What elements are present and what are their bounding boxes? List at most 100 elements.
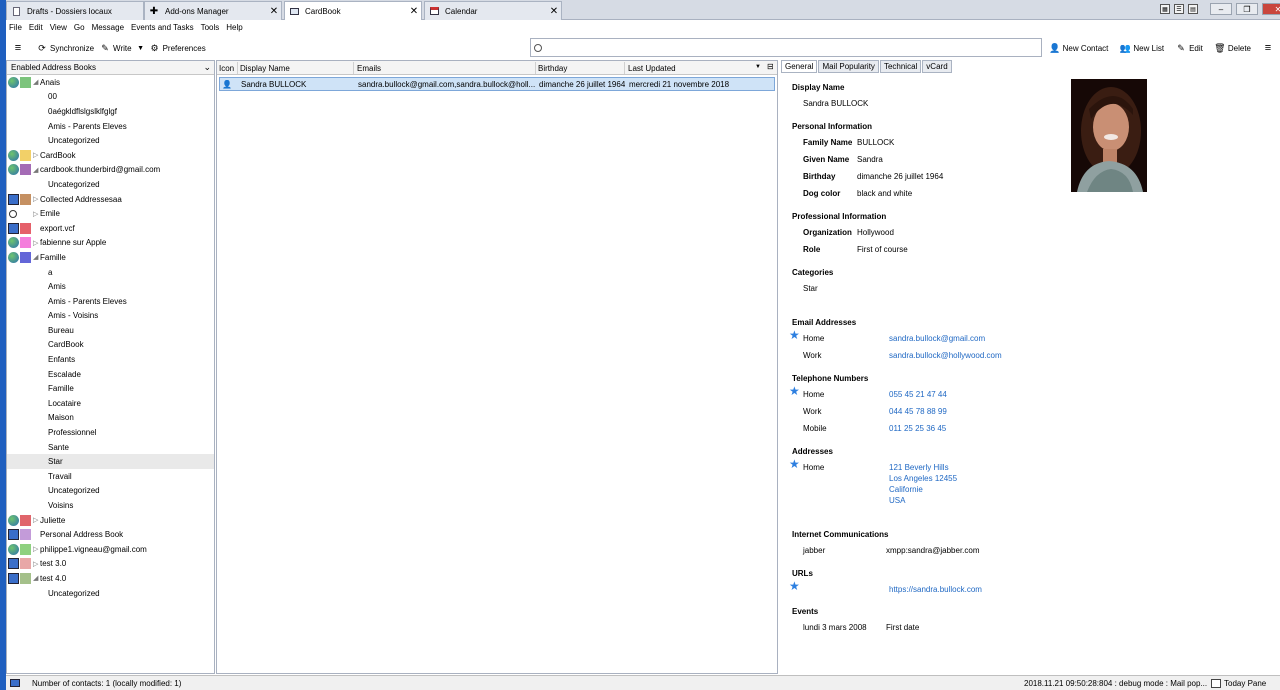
today-pane-toggle[interactable]: Today Pane: [1224, 679, 1266, 688]
tab-drafts[interactable]: Drafts - Dossiers locaux: [6, 1, 144, 20]
column-last-updated[interactable]: Last Updated: [628, 64, 676, 73]
menu-go[interactable]: Go: [74, 23, 85, 32]
tab-technical[interactable]: Technical: [879, 60, 922, 73]
collapsed-twisty-icon[interactable]: ▷: [33, 195, 38, 203]
menu-button[interactable]: ≡: [1260, 39, 1276, 57]
column-emails[interactable]: Emails: [357, 64, 381, 73]
new-contact-button[interactable]: 👤 New Contact: [1047, 39, 1112, 57]
address-book-item[interactable]: ▷ fabienne sur Apple: [7, 236, 214, 251]
write-dropdown[interactable]: ▼: [135, 39, 147, 57]
address-book-item[interactable]: ◢ cardbook.thunderbird@gmail.com: [7, 163, 214, 178]
address-book-item[interactable]: export.vcf: [7, 221, 214, 236]
address-book-item[interactable]: ▷ Juliette: [7, 513, 214, 528]
collapsed-twisty-icon[interactable]: ▷: [33, 516, 38, 524]
search-input[interactable]: [530, 38, 1042, 57]
address-book-item[interactable]: ▷ philippe1.vigneau@gmail.com: [7, 542, 214, 557]
category-item[interactable]: Uncategorized: [7, 133, 214, 148]
collapsed-twisty-icon[interactable]: ▷: [33, 239, 38, 247]
address-book-item[interactable]: ▷ Emile: [7, 206, 214, 221]
app-menu-button[interactable]: ≡: [10, 39, 26, 57]
category-item[interactable]: Professionnel: [7, 425, 214, 440]
menu-edit[interactable]: Edit: [29, 23, 43, 32]
close-icon[interactable]: ✕: [267, 6, 281, 17]
category-item[interactable]: Travail: [7, 469, 214, 484]
column-birthday[interactable]: Birthday: [538, 64, 567, 73]
category-item[interactable]: a: [7, 265, 214, 280]
contacts-mode-icon[interactable]: ▤: [1188, 4, 1198, 14]
category-item[interactable]: Uncategorized: [7, 484, 214, 499]
delete-button[interactable]: 🗑 Delete: [1212, 39, 1254, 57]
collapsed-twisty-icon[interactable]: ▷: [33, 560, 38, 568]
category-item[interactable]: Sante: [7, 440, 214, 455]
menu-help[interactable]: Help: [226, 23, 242, 32]
close-icon[interactable]: ✕: [407, 6, 421, 17]
category-item[interactable]: Maison: [7, 411, 214, 426]
column-picker-icon[interactable]: ⊟: [767, 62, 774, 71]
tab-general[interactable]: General: [781, 60, 818, 73]
category-item[interactable]: Amis - Parents Eleves: [7, 294, 214, 309]
phone-link-work[interactable]: 044 45 78 88 99: [889, 407, 947, 416]
tab-addons[interactable]: ✚ Add-ons Manager ✕: [144, 1, 282, 20]
address-book-item[interactable]: ◢ test 4.0: [7, 571, 214, 586]
phone-link-mobile[interactable]: 011 25 25 36 45: [889, 424, 946, 433]
category-item[interactable]: Bureau: [7, 323, 214, 338]
category-item[interactable]: Star: [7, 454, 214, 470]
address-book-item[interactable]: ◢ Famille: [7, 250, 214, 265]
restore-icon[interactable]: ❐: [1236, 3, 1258, 15]
new-list-button[interactable]: 👥 New List: [1117, 39, 1167, 57]
menu-view[interactable]: View: [50, 23, 67, 32]
address-book-item[interactable]: Personal Address Book: [7, 527, 214, 542]
tab-mail-popularity[interactable]: Mail Popularity: [818, 60, 879, 73]
category-item[interactable]: Famille: [7, 381, 214, 396]
address-books-header[interactable]: Enabled Address Books ⌄: [7, 61, 214, 75]
collapsed-twisty-icon[interactable]: ▷: [33, 151, 38, 159]
category-item[interactable]: CardBook: [7, 338, 214, 353]
email-link-home[interactable]: sandra.bullock@gmail.com: [889, 334, 985, 343]
phone-link-home[interactable]: 055 45 21 47 44: [889, 390, 947, 399]
tab-vcard[interactable]: vCard: [922, 60, 952, 73]
expanded-twisty-icon[interactable]: ◢: [33, 574, 38, 582]
category-item[interactable]: Locataire: [7, 396, 214, 411]
menu-message[interactable]: Message: [92, 23, 124, 32]
column-icon[interactable]: Icon: [219, 64, 234, 73]
category-item[interactable]: Uncategorized: [7, 177, 214, 192]
menu-events-and-tasks[interactable]: Events and Tasks: [131, 23, 194, 32]
email-link-work[interactable]: sandra.bullock@hollywood.com: [889, 351, 1002, 360]
collapsed-twisty-icon[interactable]: ▷: [33, 545, 38, 553]
window-close-icon[interactable]: ✕: [1262, 3, 1280, 15]
expanded-twisty-icon[interactable]: ◢: [33, 253, 38, 261]
tab-cardbook[interactable]: CardBook ✕: [284, 1, 422, 21]
category-item[interactable]: Uncategorized: [7, 586, 214, 601]
chevron-down-icon[interactable]: ⌄: [203, 62, 211, 73]
category-item[interactable]: Amis - Voisins: [7, 309, 214, 324]
synchronize-button[interactable]: ⟳ Synchronize: [34, 39, 97, 57]
contact-row[interactable]: 👤 Sandra BULLOCK sandra.bullock@gmail.co…: [219, 77, 775, 91]
expanded-twisty-icon[interactable]: ◢: [33, 166, 38, 174]
edit-button[interactable]: ✎ Edit: [1173, 39, 1206, 57]
column-display-name[interactable]: Display Name: [240, 64, 290, 73]
tab-calendar[interactable]: Calendar ✕: [424, 1, 562, 20]
tasks-mode-icon[interactable]: ☰: [1174, 4, 1184, 14]
write-button[interactable]: ✎ Write: [97, 39, 135, 57]
address-line-2[interactable]: Los Angeles 12455: [889, 474, 957, 483]
menu-tools[interactable]: Tools: [201, 23, 220, 32]
preferences-button[interactable]: ⚙ Preferences: [147, 39, 209, 57]
address-line-1[interactable]: 121 Beverly Hills: [889, 463, 949, 472]
expanded-twisty-icon[interactable]: ◢: [33, 78, 38, 86]
address-book-item[interactable]: ▷ test 3.0: [7, 557, 214, 572]
menu-file[interactable]: File: [9, 23, 22, 32]
collapsed-twisty-icon[interactable]: ▷: [33, 210, 38, 218]
category-item[interactable]: Escalade: [7, 367, 214, 382]
close-icon[interactable]: ✕: [547, 6, 561, 17]
category-item[interactable]: Voisins: [7, 498, 214, 513]
category-item[interactable]: Enfants: [7, 352, 214, 367]
category-item[interactable]: Amis: [7, 279, 214, 294]
address-book-item[interactable]: ◢ Anais: [7, 75, 214, 90]
category-item[interactable]: 0aégkldflslgslklfglgf: [7, 104, 214, 119]
category-item[interactable]: 00: [7, 90, 214, 105]
online-status-icon[interactable]: [10, 679, 20, 687]
address-line-3[interactable]: Californie: [889, 485, 923, 494]
category-item[interactable]: Amis - Parents Eleves: [7, 119, 214, 134]
sort-descending-icon[interactable]: ▼: [755, 64, 761, 70]
address-line-4[interactable]: USA: [889, 496, 905, 505]
